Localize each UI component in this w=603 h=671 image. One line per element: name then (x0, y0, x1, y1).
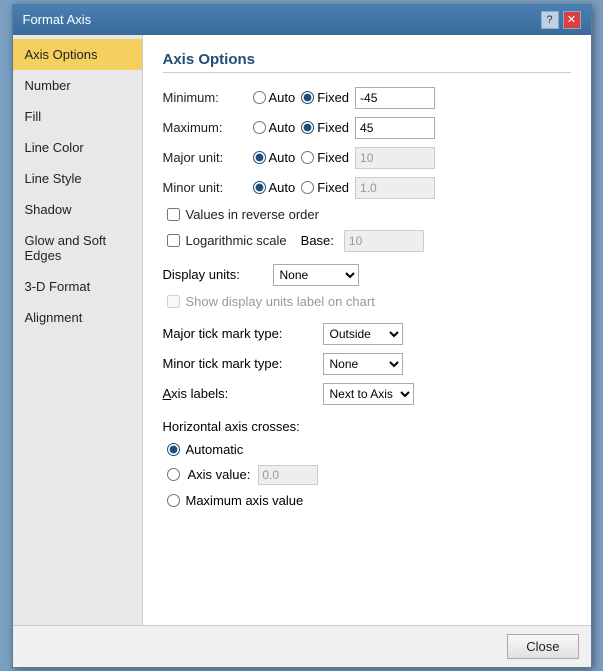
title-bar: Format Axis ? ✕ (13, 5, 591, 35)
section-title: Axis Options (163, 51, 571, 73)
maximum-label: Maximum: (163, 120, 253, 135)
show-units-row: Show display units label on chart (167, 294, 571, 309)
reverse-order-label[interactable]: Values in reverse order (186, 207, 319, 222)
axis-labels-select[interactable]: None Low High Next to Axis (323, 383, 414, 405)
format-axis-dialog: Format Axis ? ✕ Axis Options Number Fill… (12, 4, 592, 668)
sidebar-item-line-color[interactable]: Line Color (13, 132, 142, 163)
dialog-title: Format Axis (23, 12, 92, 27)
sidebar-item-line-style[interactable]: Line Style (13, 163, 142, 194)
minimum-label: Minimum: (163, 90, 253, 105)
display-units-label: Display units: (163, 267, 273, 282)
horiz-crosses-title: Horizontal axis crosses: (163, 419, 571, 434)
horiz-max-row: Maximum axis value (167, 493, 571, 508)
show-units-checkbox[interactable] (167, 295, 180, 308)
horiz-axis-value-row: Axis value: (167, 465, 571, 485)
major-unit-row: Major unit: Auto Fixed (163, 147, 571, 169)
maximum-value-input[interactable]: 45 (355, 117, 435, 139)
minor-unit-value-input[interactable] (355, 177, 435, 199)
major-unit-fixed-text: Fixed (317, 150, 349, 165)
minimum-fixed-radio[interactable] (301, 91, 314, 104)
major-unit-radio-group: Auto Fixed (253, 147, 436, 169)
main-panel: Axis Options Minimum: Auto Fixed -45 (143, 35, 591, 625)
major-unit-fixed-radio[interactable] (301, 151, 314, 164)
reverse-order-row: Values in reverse order (167, 207, 571, 222)
help-button[interactable]: ? (541, 11, 559, 29)
title-bar-buttons: ? ✕ (541, 11, 581, 29)
sidebar: Axis Options Number Fill Line Color Line… (13, 35, 143, 625)
axis-labels-underline-a: A (163, 386, 172, 401)
minimum-auto-label[interactable]: Auto (253, 90, 296, 105)
sidebar-item-fill[interactable]: Fill (13, 101, 142, 132)
major-unit-auto-radio[interactable] (253, 151, 266, 164)
minimum-fixed-label[interactable]: Fixed (301, 90, 349, 105)
minor-unit-auto-radio[interactable] (253, 181, 266, 194)
minor-unit-label: Minor unit: (163, 180, 253, 195)
horiz-automatic-label[interactable]: Automatic (186, 442, 244, 457)
sidebar-item-glow[interactable]: Glow and Soft Edges (13, 225, 142, 271)
minor-unit-auto-text: Auto (269, 180, 296, 195)
dialog-body: Axis Options Number Fill Line Color Line… (13, 35, 591, 625)
reverse-order-checkbox[interactable] (167, 208, 180, 221)
minimum-auto-text: Auto (269, 90, 296, 105)
major-tick-select[interactable]: None Inside Outside Cross (323, 323, 403, 345)
minimum-auto-radio[interactable] (253, 91, 266, 104)
maximum-auto-radio[interactable] (253, 121, 266, 134)
maximum-auto-text: Auto (269, 120, 296, 135)
log-scale-row: Logarithmic scale Base: (167, 230, 571, 252)
major-unit-auto-text: Auto (269, 150, 296, 165)
maximum-fixed-radio[interactable] (301, 121, 314, 134)
close-button[interactable]: Close (507, 634, 578, 659)
minimum-fixed-text: Fixed (317, 90, 349, 105)
base-label: Base: (301, 233, 334, 248)
maximum-auto-label[interactable]: Auto (253, 120, 296, 135)
dialog-footer: Close (13, 625, 591, 667)
major-tick-label: Major tick mark type: (163, 326, 323, 341)
minor-unit-fixed-radio[interactable] (301, 181, 314, 194)
log-scale-checkbox[interactable] (167, 234, 180, 247)
show-units-label: Show display units label on chart (186, 294, 375, 309)
sidebar-item-alignment[interactable]: Alignment (13, 302, 142, 333)
maximum-row: Maximum: Auto Fixed 45 (163, 117, 571, 139)
sidebar-item-shadow[interactable]: Shadow (13, 194, 142, 225)
minor-tick-label: Minor tick mark type: (163, 356, 323, 371)
maximum-radio-group: Auto Fixed 45 (253, 117, 436, 139)
minor-unit-fixed-label[interactable]: Fixed (301, 180, 349, 195)
sidebar-item-3d-format[interactable]: 3-D Format (13, 271, 142, 302)
maximum-fixed-text: Fixed (317, 120, 349, 135)
horiz-axis-value-radio[interactable] (167, 468, 180, 481)
horiz-automatic-row: Automatic (167, 442, 571, 457)
minor-unit-radio-group: Auto Fixed (253, 177, 436, 199)
minimum-row: Minimum: Auto Fixed -45 (163, 87, 571, 109)
axis-labels-text: xis labels: (171, 386, 228, 401)
horiz-max-label[interactable]: Maximum axis value (186, 493, 304, 508)
title-close-button[interactable]: ✕ (563, 11, 581, 29)
display-units-select[interactable]: None Hundreds Thousands Millions Billion… (273, 264, 359, 286)
minor-unit-row: Minor unit: Auto Fixed (163, 177, 571, 199)
minor-tick-select[interactable]: None Inside Outside Cross (323, 353, 403, 375)
horiz-max-radio[interactable] (167, 494, 180, 507)
horiz-axis-value-label[interactable]: Axis value: (188, 467, 251, 482)
minimum-radio-group: Auto Fixed -45 (253, 87, 436, 109)
base-value-input[interactable] (344, 230, 424, 252)
axis-labels-row: Axis labels: None Low High Next to Axis (163, 383, 571, 405)
sidebar-item-axis-options[interactable]: Axis Options (13, 39, 142, 70)
axis-labels-label: Axis labels: (163, 386, 323, 401)
display-units-row: Display units: None Hundreds Thousands M… (163, 264, 571, 286)
horizontal-axis-section: Horizontal axis crosses: Automatic Axis … (163, 419, 571, 508)
horiz-automatic-radio[interactable] (167, 443, 180, 456)
minor-unit-auto-label[interactable]: Auto (253, 180, 296, 195)
minor-tick-row: Minor tick mark type: None Inside Outsid… (163, 353, 571, 375)
log-scale-label[interactable]: Logarithmic scale (186, 233, 287, 248)
minor-unit-fixed-text: Fixed (317, 180, 349, 195)
horiz-axis-value-input[interactable] (258, 465, 318, 485)
minimum-value-input[interactable]: -45 (355, 87, 435, 109)
major-unit-value-input[interactable] (355, 147, 435, 169)
major-tick-row: Major tick mark type: None Inside Outsid… (163, 323, 571, 345)
maximum-fixed-label[interactable]: Fixed (301, 120, 349, 135)
major-unit-auto-label[interactable]: Auto (253, 150, 296, 165)
sidebar-item-number[interactable]: Number (13, 70, 142, 101)
major-unit-fixed-label[interactable]: Fixed (301, 150, 349, 165)
major-unit-label: Major unit: (163, 150, 253, 165)
